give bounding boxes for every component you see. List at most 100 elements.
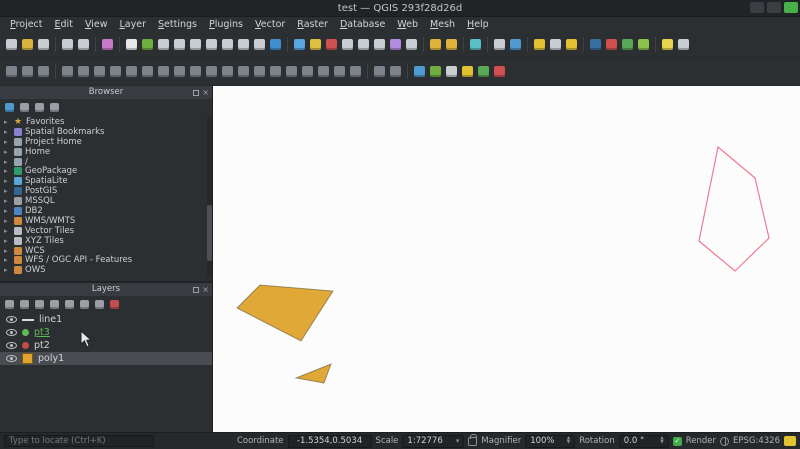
new-3d-map-icon[interactable]	[492, 37, 507, 53]
menu-web[interactable]: Web	[391, 18, 424, 31]
identify-features-icon[interactable]	[292, 37, 307, 53]
vertex-tool-all-layers-icon[interactable]	[372, 64, 387, 80]
lock-scale-icon[interactable]	[468, 433, 478, 446]
remove-layer-icon[interactable]	[108, 298, 121, 311]
rotate-feature-icon[interactable]	[92, 64, 107, 80]
modify-attributes-icon[interactable]	[300, 64, 315, 80]
browser-item-favorites[interactable]: ▸ ★ Favorites	[0, 117, 212, 127]
raster-calculator-icon[interactable]	[444, 64, 459, 80]
enable-properties-icon[interactable]	[48, 101, 61, 114]
crs-status-button[interactable]: EPSG:4326	[733, 436, 780, 446]
add-ring-icon[interactable]	[124, 64, 139, 80]
zoom-to-selection-icon[interactable]	[204, 37, 219, 53]
browser-item-postgis[interactable]: ▸ PostGIS	[0, 186, 212, 196]
browser-item-wms-wmts[interactable]: ▸ WMS/WMTS	[0, 216, 212, 226]
offset-curve-icon[interactable]	[204, 64, 219, 80]
select-features-icon[interactable]	[308, 37, 323, 53]
menu-edit[interactable]: Edit	[49, 18, 79, 31]
coordinate-field[interactable]: -1.5354,0.5034	[287, 434, 372, 448]
locate-input[interactable]	[4, 435, 154, 447]
menu-settings[interactable]: Settings	[152, 18, 203, 31]
delete-part-icon[interactable]	[188, 64, 203, 80]
pan-map-icon[interactable]	[124, 37, 139, 53]
menu-vector[interactable]: Vector	[249, 18, 291, 31]
browser-item-spatialite[interactable]: ▸ SpatiaLite	[0, 176, 212, 186]
expand-arrow-icon[interactable]: ▸	[4, 197, 11, 205]
browser-scrollbar[interactable]	[207, 116, 212, 277]
simplify-feature-icon[interactable]	[108, 64, 123, 80]
rotate-point-symbols-icon[interactable]	[316, 64, 331, 80]
toggle-editing-icon[interactable]	[532, 37, 547, 53]
merge-features-icon[interactable]	[268, 64, 283, 80]
zoom-next-icon[interactable]	[252, 37, 267, 53]
layout-manager-icon[interactable]	[76, 37, 91, 53]
browser-item-project-home[interactable]: ▸ Project Home	[0, 137, 212, 147]
browser-item-ows[interactable]: ▸ OWS	[0, 265, 212, 275]
new-print-layout-icon[interactable]	[60, 37, 75, 53]
rotation-spinner[interactable]: 0.0 ° ▲ ▼	[618, 434, 669, 448]
spinner-arrows-icon[interactable]: ▲ ▼	[660, 436, 663, 445]
enable-advanced-digitizing-icon[interactable]	[4, 64, 19, 80]
trim-extend-icon[interactable]	[348, 64, 363, 80]
fill-ring-icon[interactable]	[156, 64, 171, 80]
scrollbar-thumb[interactable]	[207, 204, 212, 261]
temporal-controller-icon[interactable]	[468, 37, 483, 53]
browser-item-home[interactable]: ▸ Home	[0, 147, 212, 157]
menu-mesh[interactable]: Mesh	[424, 18, 461, 31]
current-edits-icon[interactable]	[564, 37, 579, 53]
browser-item-[interactable]: ▸ /	[0, 157, 212, 167]
whats-this-icon[interactable]	[676, 37, 691, 53]
offset-point-symbol-icon[interactable]	[332, 64, 347, 80]
close-panel-icon[interactable]: ×	[202, 286, 209, 294]
expand-arrow-icon[interactable]: ▸	[4, 177, 11, 185]
help-icon[interactable]	[660, 37, 675, 53]
float-panel-icon[interactable]	[193, 89, 200, 96]
save-layer-edits-icon[interactable]	[548, 37, 563, 53]
filter-by-expression-icon[interactable]	[63, 298, 76, 311]
plugin-tool-icon[interactable]	[492, 64, 507, 80]
georeferencer-icon[interactable]	[460, 64, 475, 80]
menu-project[interactable]: Project	[4, 18, 49, 31]
select-by-expression-icon[interactable]	[340, 37, 355, 53]
zoom-in-icon[interactable]	[156, 37, 171, 53]
expand-arrow-icon[interactable]: ▸	[4, 266, 11, 274]
expand-arrow-icon[interactable]: ▸	[4, 247, 11, 255]
expand-arrow-icon[interactable]: ▸	[4, 128, 11, 136]
expand-arrow-icon[interactable]: ▸	[4, 187, 11, 195]
pan-to-selection-icon[interactable]	[140, 37, 155, 53]
copy-move-feature-icon[interactable]	[76, 64, 91, 80]
show-bookmarks-icon[interactable]	[444, 37, 459, 53]
menu-view[interactable]: View	[79, 18, 114, 31]
split-features-icon[interactable]	[252, 64, 267, 80]
render-checkbox[interactable]: ✓	[672, 436, 682, 446]
layer-item-pt3[interactable]: pt3	[0, 326, 212, 339]
expand-arrow-icon[interactable]: ▸	[4, 217, 11, 225]
expand-arrow-icon[interactable]: ▸	[4, 256, 11, 264]
grass-tools-icon[interactable]	[428, 64, 443, 80]
map-refresh-icon[interactable]	[268, 37, 283, 53]
layer-visibility-checkbox[interactable]	[6, 355, 17, 362]
attribute-table-icon[interactable]	[356, 37, 371, 53]
expand-arrow-icon[interactable]: ▸	[4, 237, 11, 245]
expand-arrow-icon[interactable]: ▸	[4, 118, 11, 126]
browser-item-db2[interactable]: ▸ DB2	[0, 206, 212, 216]
layer-item-poly1[interactable]: poly1	[0, 352, 212, 365]
open-project-icon[interactable]	[20, 37, 35, 53]
spinner-arrows-icon[interactable]: ▲ ▼	[567, 436, 570, 445]
move-feature-icon[interactable]	[60, 64, 75, 80]
delete-ring-icon[interactable]	[172, 64, 187, 80]
add-group-icon[interactable]	[18, 298, 31, 311]
browser-item-vector-tiles[interactable]: ▸ Vector Tiles	[0, 226, 212, 236]
minimize-button[interactable]	[750, 2, 764, 13]
browser-item-spatial-bookmarks[interactable]: ▸ Spatial Bookmarks	[0, 127, 212, 137]
collapse-all-icon[interactable]	[33, 101, 46, 114]
mesh-calculator-icon[interactable]	[476, 64, 491, 80]
browser-item-geopackage[interactable]: ▸ GeoPackage	[0, 166, 212, 176]
statistical-summary-icon[interactable]	[404, 37, 419, 53]
close-panel-icon[interactable]: ×	[202, 89, 209, 97]
filter-browser-icon[interactable]	[18, 101, 31, 114]
maximize-button[interactable]	[767, 2, 781, 13]
layer-visibility-checkbox[interactable]	[6, 316, 17, 323]
browser-item-mssql[interactable]: ▸ MSSQL	[0, 196, 212, 206]
close-button[interactable]	[784, 2, 798, 13]
